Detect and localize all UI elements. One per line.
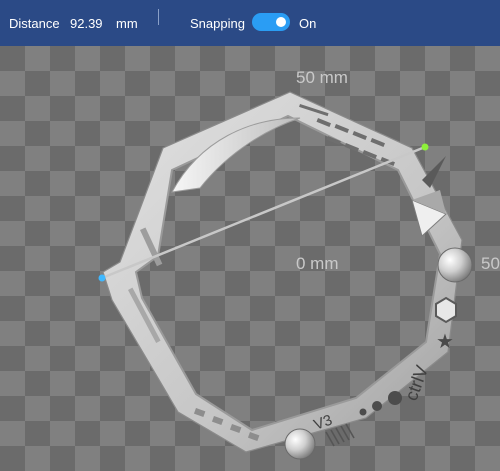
snapping-toggle[interactable]: [252, 13, 290, 31]
star-engraving: ★: [436, 329, 454, 353]
toggle-knob: [276, 17, 286, 27]
viewport-scene: ★ ctrlV V3: [0, 46, 500, 471]
scale-label-50mm: 50 mm: [296, 68, 348, 87]
scale-label-50-right: 50: [481, 254, 500, 273]
snapping-label: Snapping: [190, 15, 245, 31]
scale-label-0mm: 0 mm: [296, 254, 339, 273]
distance-label: Distance: [9, 15, 60, 31]
toolbar-divider: [158, 9, 159, 25]
3d-viewport[interactable]: ★ ctrlV V3 50 mm 0 mm 50: [0, 46, 500, 471]
distance-value: 92.39: [70, 15, 103, 31]
sphere-bottom: [284, 428, 316, 460]
measurement-toolbar: Distance 92.39 mm Snapping On: [0, 0, 500, 46]
measure-end-point[interactable]: [421, 143, 429, 151]
sphere-right: [437, 247, 473, 283]
hex-engraving: [435, 296, 457, 324]
distance-unit: mm: [116, 15, 138, 31]
measure-start-point[interactable]: [98, 274, 106, 282]
snapping-state: On: [299, 15, 317, 31]
